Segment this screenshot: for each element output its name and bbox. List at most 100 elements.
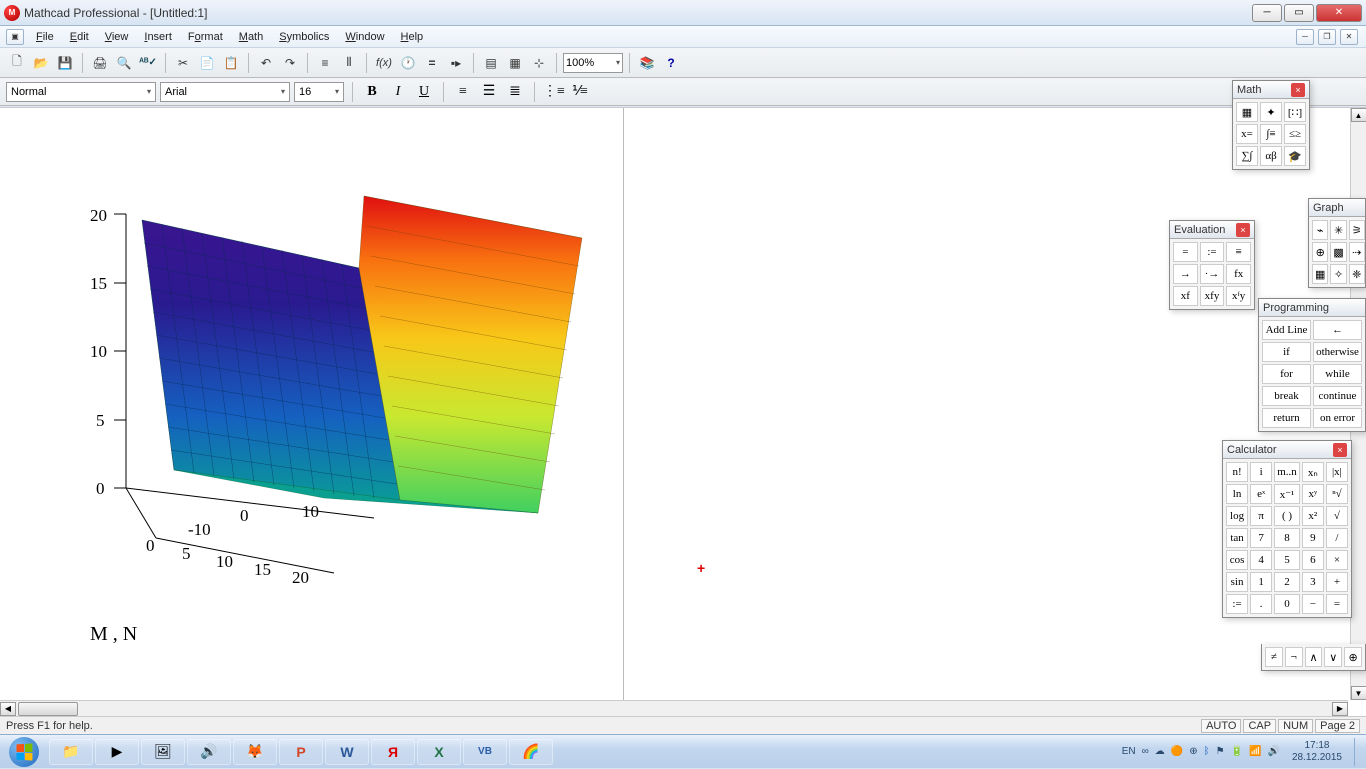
menu-window[interactable]: Window [339,29,390,45]
calc-button[interactable]: x⁻¹ [1274,484,1300,504]
palette-button[interactable]: ✧ [1330,264,1346,284]
programming-palette-title[interactable]: Programming [1259,299,1365,317]
palette-button[interactable]: xf [1173,286,1198,306]
taskbar-mediaplayer-icon[interactable]: ▶ [95,739,139,765]
mdi-minimize[interactable]: ─ [1296,29,1314,45]
close-icon[interactable]: × [1333,443,1347,457]
calc-button[interactable]: 2 [1274,572,1300,592]
document-page[interactable]: 20 15 10 5 0 -10 0 10 0 5 10 15 20 M , N [4,108,624,716]
calc-button[interactable]: n! [1226,462,1248,482]
palette-button[interactable]: while [1313,364,1362,384]
taskbar-mathcad-icon[interactable]: 🌈 [509,739,553,765]
palette-button[interactable]: ✦ [1260,102,1282,122]
palette-button[interactable]: ·→ [1200,264,1225,284]
maximize-button[interactable]: ▭ [1284,4,1314,22]
zoom-select[interactable]: 100% [563,53,623,73]
align2-icon[interactable]: ⫴ [338,52,360,74]
calc-button[interactable]: 5 [1274,550,1300,570]
show-desktop-button[interactable] [1354,738,1362,766]
fx-icon[interactable]: f(x) [373,52,395,74]
palette-button[interactable]: ∧ [1305,647,1323,667]
palette-button[interactable]: ∨ [1324,647,1342,667]
save-icon[interactable]: 💾 [54,52,76,74]
menu-help[interactable]: Help [395,29,430,45]
palette-button[interactable]: ≡ [1226,242,1251,262]
scroll-left-button[interactable]: ◀ [0,702,16,716]
calc-button[interactable]: . [1250,594,1272,614]
calc-button[interactable]: + [1326,572,1348,592]
palette-button[interactable]: ≤≥ [1284,124,1306,144]
surface-plot[interactable]: 20 15 10 5 0 -10 0 10 0 5 10 15 20 [64,158,604,588]
calc-button[interactable]: log [1226,506,1248,526]
palette-button[interactable]: xᶠy [1226,286,1251,306]
redo-icon[interactable]: ↷ [279,52,301,74]
calc-button[interactable]: xʸ [1302,484,1324,504]
calc-button[interactable]: cos [1226,550,1248,570]
palette-button[interactable]: [∷] [1284,102,1306,122]
taskbar-tool-icon[interactable]: 🖼 [141,739,185,765]
tray-bluetooth-icon[interactable]: ᛒ [1204,746,1210,757]
palette-button[interactable]: ▦ [1236,102,1258,122]
calc-button[interactable]: × [1326,550,1348,570]
taskbar-powerpoint-icon[interactable]: P [279,739,323,765]
taskbar-excel-icon[interactable]: X [417,739,461,765]
tray-volume-icon[interactable]: 🔊 [1267,746,1279,757]
palette-button[interactable]: ∫≡ [1260,124,1282,144]
calc-button[interactable]: π [1250,506,1272,526]
palette-button[interactable]: Add Line [1262,320,1311,340]
calc-button[interactable]: √ [1326,506,1348,526]
graph-palette[interactable]: Graph ⌁✳⚞⊕▩⇢▦✧❈ [1308,198,1366,288]
taskbar-yandex-icon[interactable]: Я [371,739,415,765]
calculator-palette-title[interactable]: Calculator× [1223,441,1351,459]
palette-button[interactable]: ⊕ [1312,242,1328,262]
palette-button[interactable]: ¬ [1285,647,1303,667]
region-icon[interactable]: ⊹ [528,52,550,74]
calculator-palette[interactable]: Calculator× n!im..nxₙ|x|lneˣx⁻¹xʸⁿ√logπ(… [1222,440,1352,618]
tray-clock[interactable]: 17:18 28.12.2015 [1286,740,1348,764]
copy-icon[interactable]: 📄 [196,52,218,74]
calc-button[interactable]: / [1326,528,1348,548]
tray-security-icon[interactable]: 🟠 [1171,746,1183,757]
align-icon[interactable]: ≡ [314,52,336,74]
plot-footer-label[interactable]: M , N [90,623,137,646]
scroll-right-button[interactable]: ▶ [1332,702,1348,716]
palette-button[interactable]: ∑∫ [1236,146,1258,166]
tray-lang[interactable]: EN [1122,746,1136,757]
palette-button[interactable]: if [1262,342,1311,362]
bullets-icon[interactable]: ⋮≡ [543,81,565,103]
palette-button[interactable]: x= [1236,124,1258,144]
menu-math[interactable]: Math [233,29,269,45]
palette-button[interactable]: := [1200,242,1225,262]
spellcheck-icon[interactable]: ᴬᴮ✓ [137,52,159,74]
math-palette[interactable]: Math× ▦✦[∷]x=∫≡≤≥∑∫αβ🎓 [1232,80,1310,170]
font-combo[interactable]: Arial [160,82,290,102]
menu-format[interactable]: Format [182,29,229,45]
undo-icon[interactable]: ↶ [255,52,277,74]
calc-button[interactable]: xₙ [1302,462,1324,482]
palette-button[interactable]: on error [1313,408,1362,428]
palette-button[interactable]: ⚞ [1349,220,1365,240]
calc-button[interactable]: 7 [1250,528,1272,548]
tray-network-icon[interactable]: 📶 [1249,746,1261,757]
evaluation-palette[interactable]: Evaluation× =:=≡→·→fxxfxfyxᶠy [1169,220,1255,310]
math-palette-title[interactable]: Math× [1233,81,1309,99]
tray-cloud-icon[interactable]: ☁ [1155,746,1165,757]
preview-icon[interactable]: 🔍 [113,52,135,74]
palette-button[interactable]: xfy [1200,286,1225,306]
palette-button[interactable]: return [1262,408,1311,428]
palette-button[interactable]: ✳ [1330,220,1346,240]
scroll-down-button[interactable]: ▼ [1351,686,1366,700]
evaluation-palette-title[interactable]: Evaluation× [1170,221,1254,239]
menu-insert[interactable]: Insert [138,29,178,45]
mdi-restore[interactable]: ❐ [1318,29,1336,45]
menu-symbolics[interactable]: Symbolics [273,29,335,45]
calc-button[interactable]: − [1302,594,1324,614]
minimize-button[interactable]: ─ [1252,4,1282,22]
palette-button[interactable]: ▦ [1312,264,1328,284]
calc-button[interactable]: m..n [1274,462,1300,482]
bold-button[interactable]: B [361,81,383,103]
palette-button[interactable]: = [1173,242,1198,262]
equals-icon[interactable]: = [421,52,443,74]
palette-button[interactable]: otherwise [1313,342,1362,362]
goto2-icon[interactable]: ▦ [504,52,526,74]
